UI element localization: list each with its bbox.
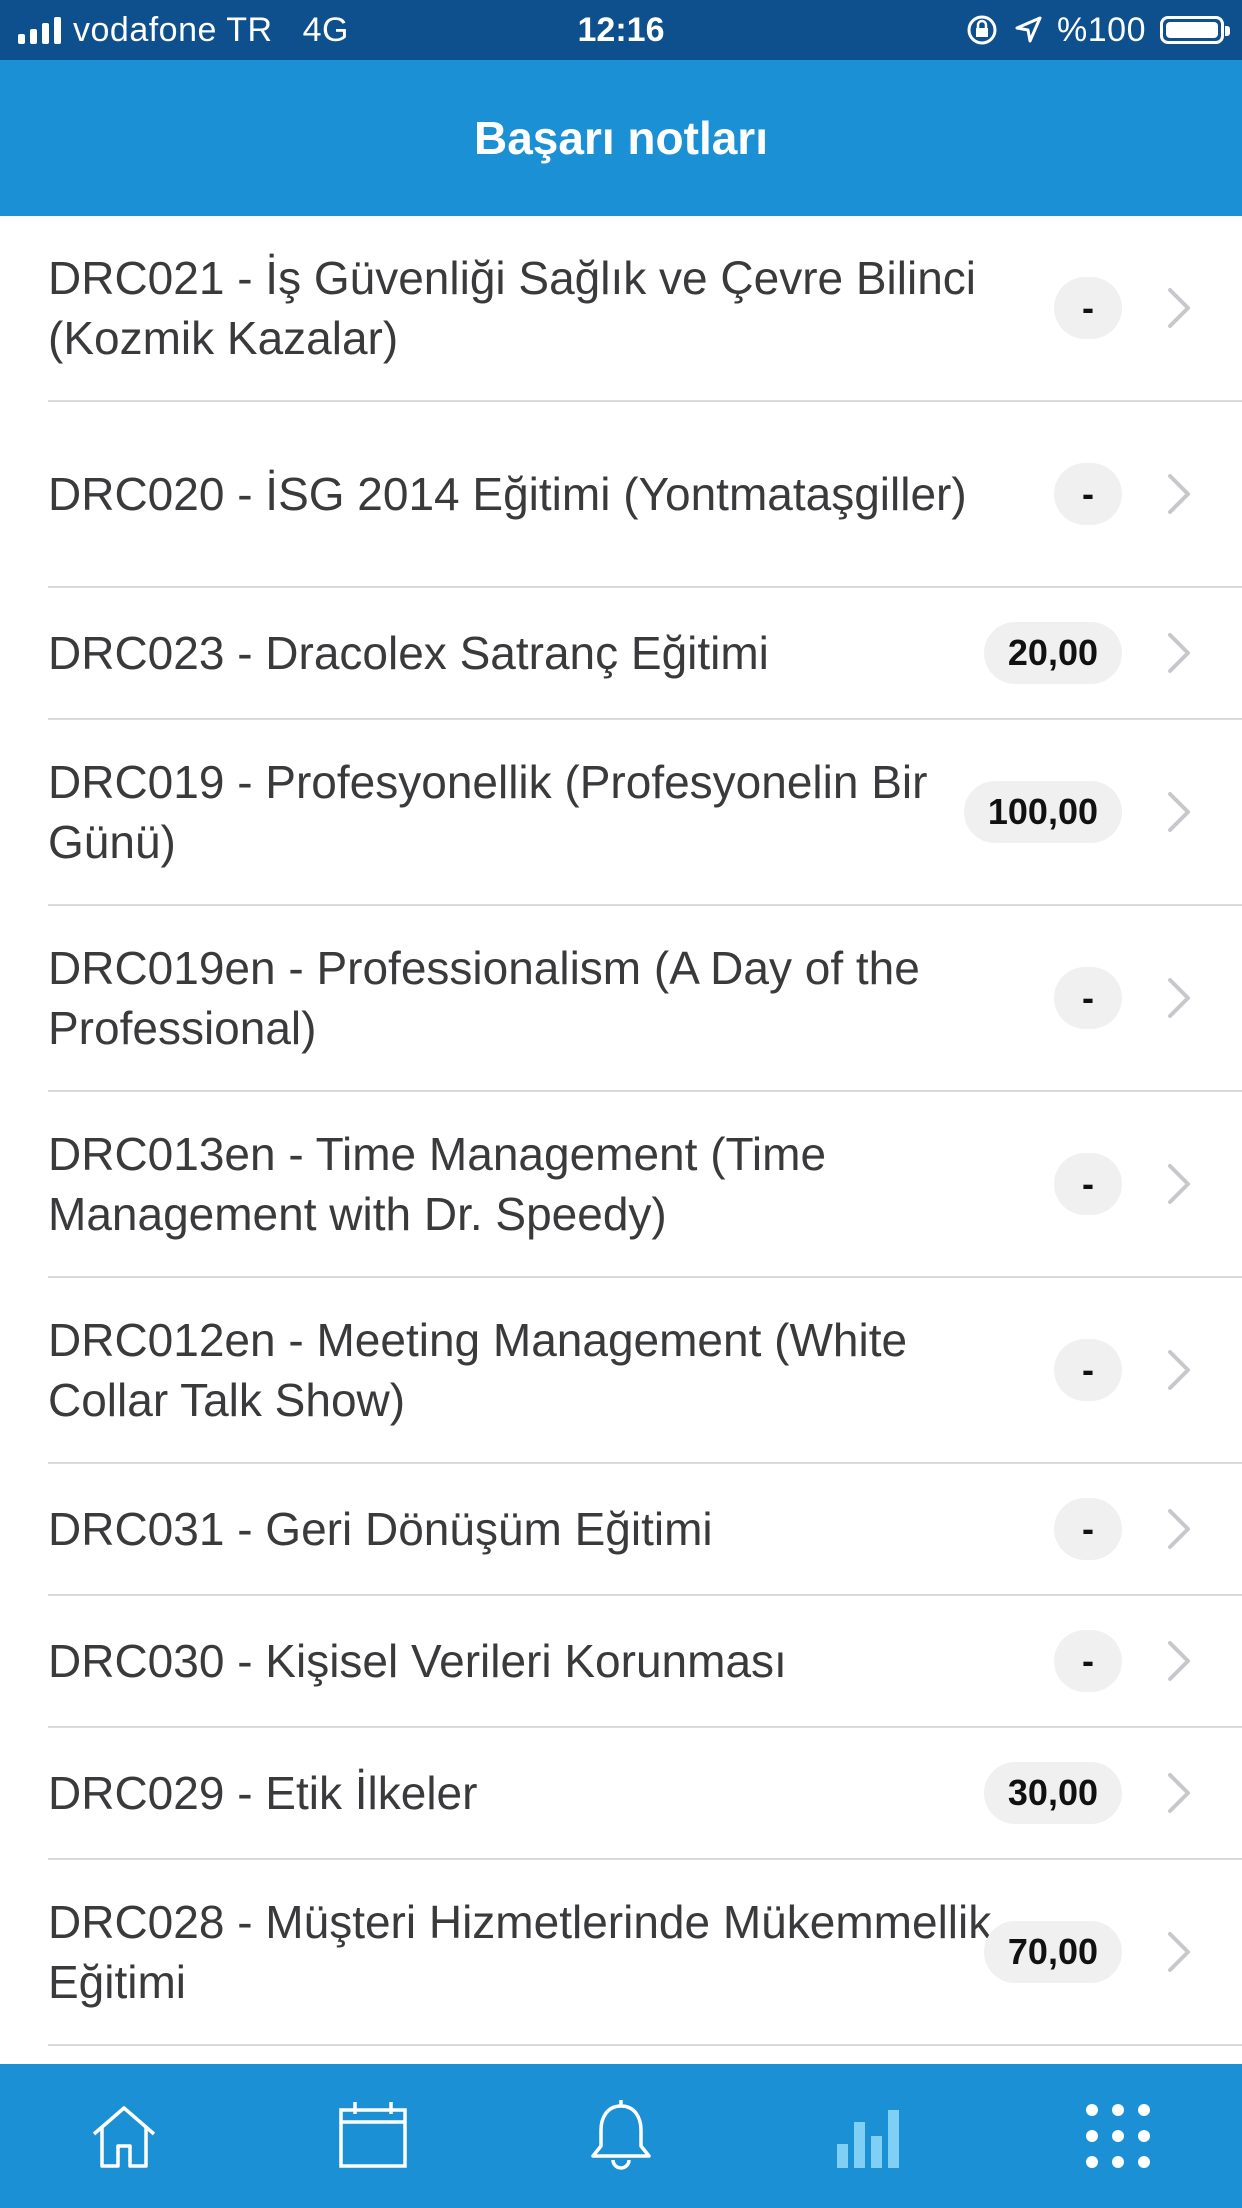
score-badge: - [1054,967,1122,1029]
nav-bar: Başarı notları [0,60,1242,216]
chevron-right-icon [1168,1509,1190,1549]
course-title: DRC021 - İş Güvenliği Sağlık ve Çevre Bi… [48,252,977,364]
home-icon [93,2106,156,2168]
battery-icon [1160,16,1230,44]
tab-home[interactable] [0,2064,248,2208]
page-title: Başarı notları [474,112,768,164]
grid-menu-icon [1085,2104,1150,2168]
course-title: DRC013en - Time Management (Time Managem… [48,1128,827,1240]
course-title: DRC019 - Profesyonellik (Profesyonelin B… [48,756,928,868]
chevron-right-icon [1168,792,1190,832]
course-title: DRC031 - Geri Dönüşüm Eğitimi [48,1503,713,1555]
score-badge: 20,00 [983,622,1122,684]
course-title: DRC023 - Dracolex Satranç Eğitimi [48,627,769,679]
score-badge: - [1054,1153,1122,1215]
grades-list: DRC021 - İş Güvenliği Sağlık ve Çevre Bi… [0,216,1242,2046]
tab-grades[interactable] [745,2064,993,2208]
location-arrow-icon [1015,16,1042,43]
course-title: DRC029 - Etik İlkeler [48,1767,478,1819]
bar-chart-icon [837,2110,900,2168]
list-item[interactable]: DRC020 - İSG 2014 Eğitimi (Yontmataşgill… [48,402,1242,588]
orientation-lock-icon [967,15,997,45]
score-badge: - [1054,277,1122,339]
tab-notifications[interactable] [497,2064,745,2208]
list-item[interactable]: DRC021 - İş Güvenliği Sağlık ve Çevre Bi… [48,216,1242,402]
list-item[interactable]: DRC029 - Etik İlkeler 30,00 [48,1728,1242,1860]
calendar-icon [338,2102,407,2168]
course-title: DRC012en - Meeting Management (White Col… [48,1314,908,1426]
list-item[interactable]: DRC031 - Geri Dönüşüm Eğitimi - [48,1464,1242,1596]
chevron-right-icon [1168,288,1190,328]
list-item[interactable]: DRC019en - Professionalism (A Day of the… [48,906,1242,1092]
bell-icon [591,2100,651,2170]
battery-percent: %100 [1057,10,1146,49]
score-badge: - [1054,1630,1122,1692]
course-title: DRC020 - İSG 2014 Eğitimi (Yontmataşgill… [48,468,967,520]
score-badge: 100,00 [963,781,1122,843]
course-title: DRC028 - Müşteri Hizmetlerinde Mükemmell… [48,1896,992,2008]
status-bar: vodafone TR 4G 12:16 %100 [0,0,1242,60]
score-badge: 70,00 [983,1921,1122,1983]
chevron-right-icon [1168,1350,1190,1390]
course-title: DRC030 - Kişisel Verileri Korunması [48,1635,787,1687]
chevron-right-icon [1168,1641,1190,1681]
chevron-right-icon [1168,633,1190,673]
tab-bar [0,2064,1242,2208]
chevron-right-icon [1168,474,1190,514]
list-item[interactable]: DRC028 - Müşteri Hizmetlerinde Mükemmell… [48,1860,1242,2046]
list-item[interactable]: DRC012en - Meeting Management (White Col… [48,1278,1242,1464]
score-badge: - [1054,1339,1122,1401]
course-title: DRC019en - Professionalism (A Day of the… [48,942,920,1054]
chevron-right-icon [1168,1773,1190,1813]
list-item[interactable]: DRC019 - Profesyonellik (Profesyonelin B… [48,720,1242,906]
list-item[interactable]: DRC023 - Dracolex Satranç Eğitimi 20,00 [48,588,1242,720]
list-item[interactable]: DRC030 - Kişisel Verileri Korunması - [48,1596,1242,1728]
tab-more[interactable] [994,2064,1242,2208]
list-item[interactable]: DRC013en - Time Management (Time Managem… [48,1092,1242,1278]
tab-calendar[interactable] [248,2064,496,2208]
score-badge: 30,00 [983,1762,1122,1824]
chevron-right-icon [1168,1164,1190,1204]
score-badge: - [1054,463,1122,525]
chevron-right-icon [1168,978,1190,1018]
chevron-right-icon [1168,1932,1190,1972]
score-badge: - [1054,1498,1122,1560]
status-right: %100 [965,0,1230,60]
